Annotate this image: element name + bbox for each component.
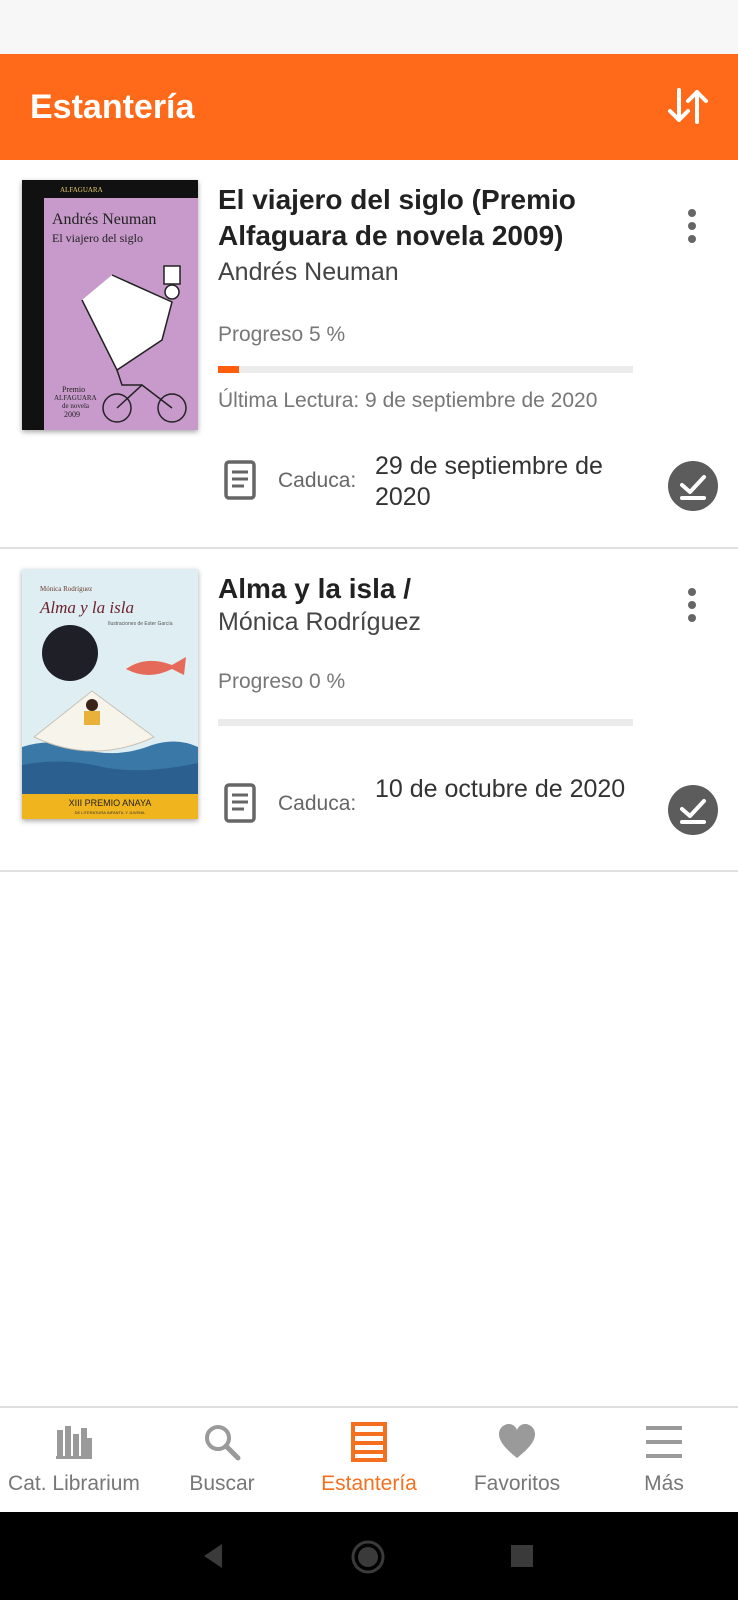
document-icon [222,783,258,823]
library-icon [56,1426,92,1459]
expiry-label: Caduca: [278,792,357,815]
more-options-button[interactable] [682,206,702,246]
sort-arrows-icon [668,88,708,124]
svg-text:Alma y la isla: Alma y la isla [39,598,134,617]
more-vert-icon [688,588,696,622]
document-icon [222,460,258,500]
sort-button[interactable] [664,82,712,130]
book-title[interactable]: El viajero del siglo (Premio Alfaguara d… [218,182,648,254]
return-book-button[interactable] [668,785,718,835]
expiry-date: 10 de octubre de 2020 [375,775,626,803]
book-author: Andrés Neuman [218,258,399,286]
recents-icon[interactable] [510,1544,534,1568]
nav-label: Favoritos [473,1472,561,1495]
cover-illustration: Mónica Rodríguez Alma y la isla Ilustrac… [22,569,198,819]
system-navigation-bar [0,1512,738,1600]
book-cover[interactable]: ALFAGUARA Andrés Neuman El viajero del s… [22,180,198,430]
last-read-text: Última Lectura: 9 de septiembre de 2020 [218,389,598,412]
search-icon [205,1425,241,1461]
nav-label: Cat. Librarium [8,1472,140,1495]
progress-fill [218,366,239,373]
svg-text:ALFAGUARA: ALFAGUARA [54,394,97,402]
check-circle-icon [680,475,706,500]
menu-icon [646,1426,682,1458]
progress-bar [218,719,633,726]
book-title[interactable]: Alma y la isla / [218,571,648,607]
svg-text:El viajero del siglo: El viajero del siglo [52,231,143,245]
cover-illustration: ALFAGUARA Andrés Neuman El viajero del s… [22,180,198,430]
nav-label: Estantería [321,1472,417,1495]
svg-text:2009: 2009 [64,410,80,419]
svg-text:ALFAGUARA: ALFAGUARA [60,186,103,194]
book-item[interactable]: ALFAGUARA Andrés Neuman El viajero del s… [0,160,738,549]
progress-bar [218,366,633,373]
check-circle-icon [680,799,706,824]
progress-label: Progreso 5 % [218,323,346,346]
nav-item-more[interactable]: Más [590,1408,738,1514]
book-item[interactable]: Mónica Rodríguez Alma y la isla Ilustrac… [0,549,738,872]
svg-text:Andrés Neuman: Andrés Neuman [52,211,156,228]
bookshelf-icon [351,1422,387,1462]
nav-item-catalog[interactable]: Cat. Librarium [0,1408,148,1514]
expiry-date: 29 de septiembre de 2020 [375,452,603,511]
book-author: Mónica Rodríguez [218,608,421,636]
nav-item-bookshelf[interactable]: Estantería [295,1408,443,1514]
nav-label: Buscar [189,1472,255,1495]
svg-text:Mónica Rodríguez: Mónica Rodríguez [40,585,92,593]
more-options-button[interactable] [682,585,702,625]
page-title: Estantería [30,88,195,126]
svg-text:XIII PREMIO ANAYA: XIII PREMIO ANAYA [69,798,152,808]
bottom-navigation: Cat. Librarium Buscar Estantería Favorit… [0,1406,738,1512]
status-bar [0,0,738,54]
svg-text:Premio: Premio [62,385,85,394]
heart-icon [499,1424,535,1458]
svg-text:de novela: de novela [62,402,90,410]
progress-label: Progreso 0 % [218,670,346,693]
home-icon[interactable] [350,1539,386,1575]
book-cover[interactable]: Mónica Rodríguez Alma y la isla Ilustrac… [22,569,198,819]
expiry-label: Caduca: [278,469,357,492]
more-vert-icon [688,209,696,243]
svg-text:Ilustraciones de Ester García: Ilustraciones de Ester García [108,621,173,627]
return-book-button[interactable] [668,461,718,511]
svg-text:DE LITERATURA INFANTIL Y JUVEN: DE LITERATURA INFANTIL Y JUVENIL [75,810,147,815]
back-icon[interactable] [200,1542,228,1570]
app-bar: Estantería [0,54,738,160]
nav-item-favorites[interactable]: Favoritos [443,1408,591,1514]
nav-label: Más [644,1472,684,1495]
nav-item-search[interactable]: Buscar [148,1408,296,1514]
